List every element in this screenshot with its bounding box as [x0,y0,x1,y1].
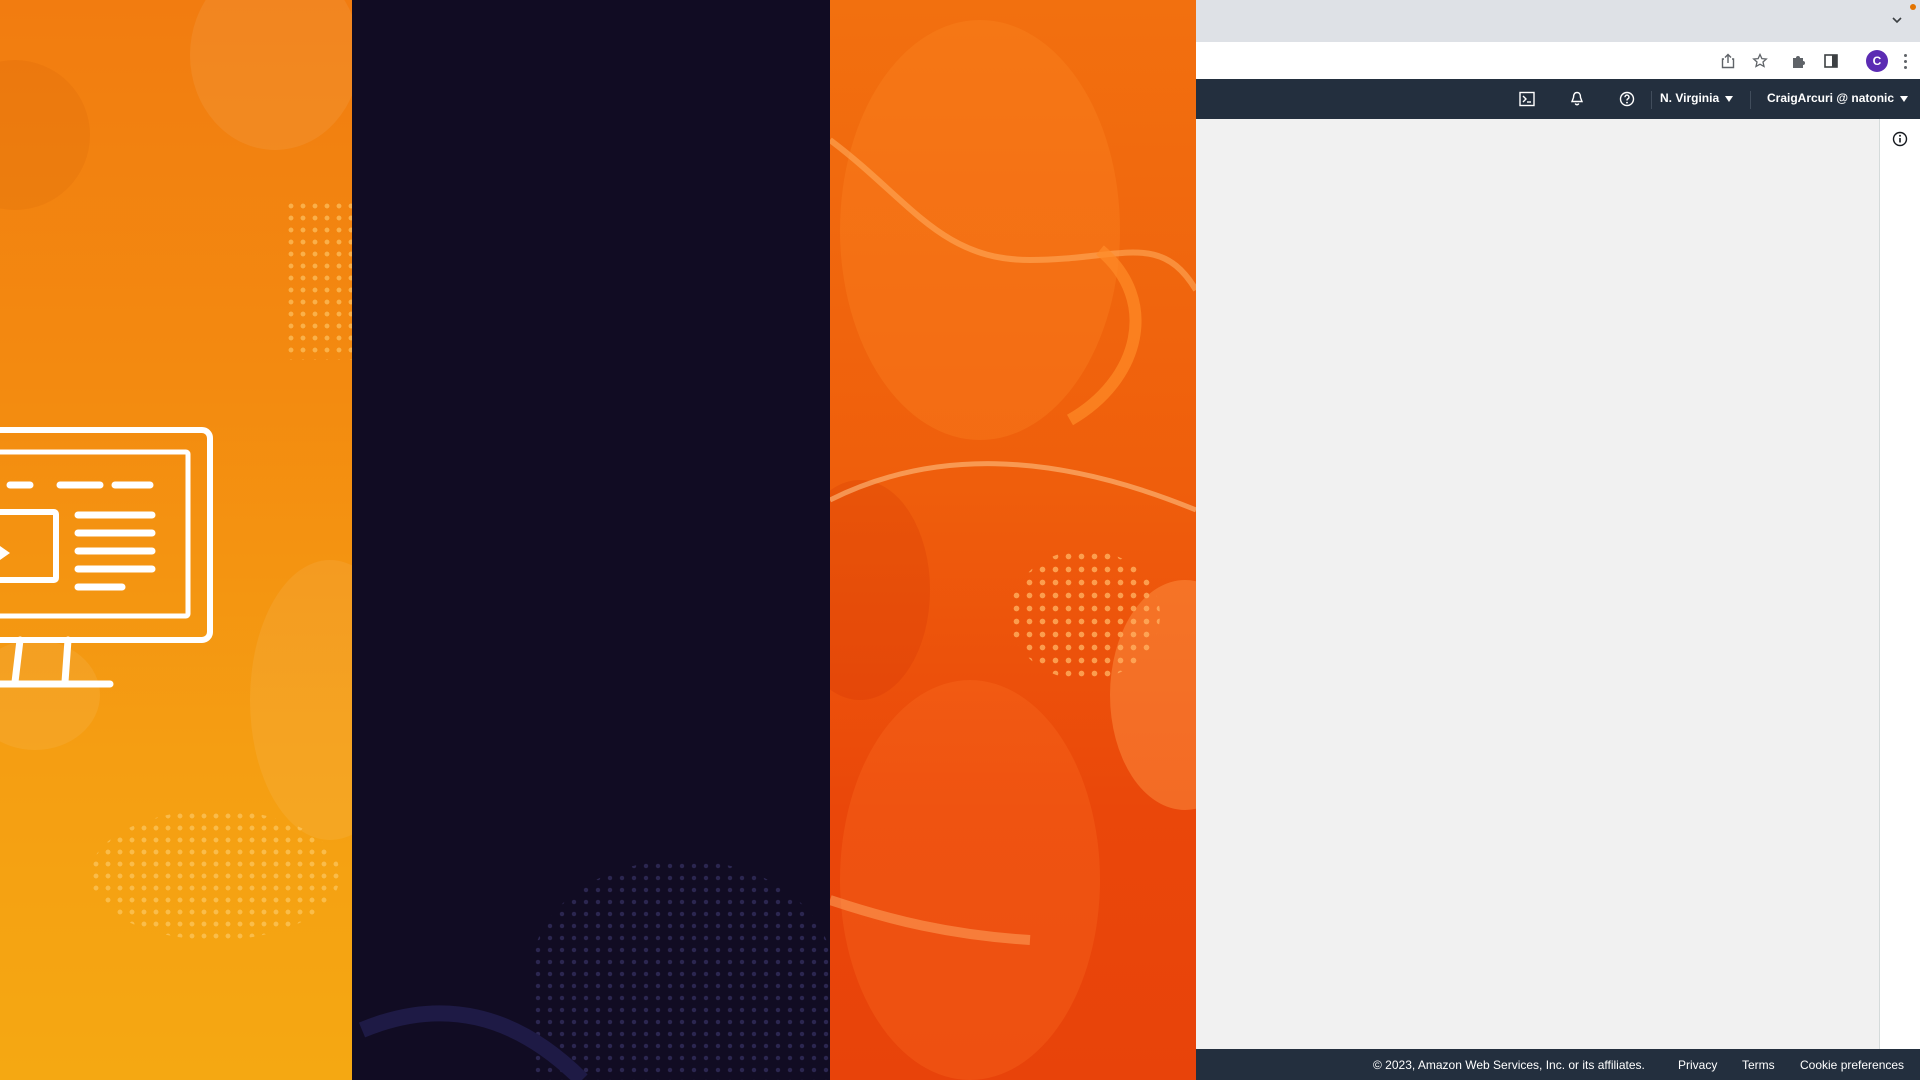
profile-avatar[interactable]: C [1866,50,1888,72]
region-label: N. Virginia [1660,91,1720,105]
caret-down-icon [1725,95,1734,102]
aws-console-nav: N. Virginia CraigArcuri @ natonic [1196,79,1920,119]
caret-down-icon [1900,95,1909,102]
hero-panel-right [830,0,1196,1080]
decor-blob [0,60,90,210]
footer-link-privacy[interactable]: Privacy [1678,1058,1717,1072]
side-panel-icon[interactable] [1820,50,1842,72]
monitor-illustration-icon [0,427,213,688]
footer-link-terms[interactable]: Terms [1742,1058,1775,1072]
hero-panel-left [0,0,352,1080]
notification-dot [1910,4,1916,10]
decor-blob [190,0,352,150]
help-icon[interactable] [1617,89,1637,109]
console-footer: © 2023, Amazon Web Services, Inc. or its… [1196,1049,1920,1080]
hero-panel-middle [352,0,830,1080]
browser-toolbar: C [1196,42,1920,80]
footer-copyright: © 2023, Amazon Web Services, Inc. or its… [1373,1058,1645,1072]
browser-menu-icon[interactable] [1898,50,1912,72]
account-menu[interactable]: CraigArcuri @ natonic [1767,91,1909,105]
decor-curve [358,1005,588,1080]
account-label: CraigArcuri @ natonic [1767,91,1895,105]
info-icon[interactable] [1892,131,1908,147]
region-selector[interactable]: N. Virginia [1660,91,1734,105]
share-icon[interactable] [1717,50,1739,72]
console-content [1196,119,1879,1049]
decor-dots [285,200,352,360]
tab-strip [1196,0,1920,42]
bell-icon[interactable] [1567,89,1587,109]
nav-separator [1651,91,1652,109]
cloudshell-icon[interactable] [1517,89,1537,109]
decor-dots [90,810,340,940]
footer-link-cookie-preferences[interactable]: Cookie preferences [1800,1058,1904,1072]
browser-window: C N. Virginia CraigArcuri @ natonic © 20… [1196,0,1920,1080]
chevron-down-icon[interactable] [1888,12,1906,30]
decor-blob [250,560,352,840]
decor-curves [830,137,1196,945]
puzzle-icon[interactable] [1788,50,1810,72]
side-tools-rail [1879,119,1920,1049]
star-icon[interactable] [1749,50,1771,72]
nav-separator [1750,91,1751,109]
